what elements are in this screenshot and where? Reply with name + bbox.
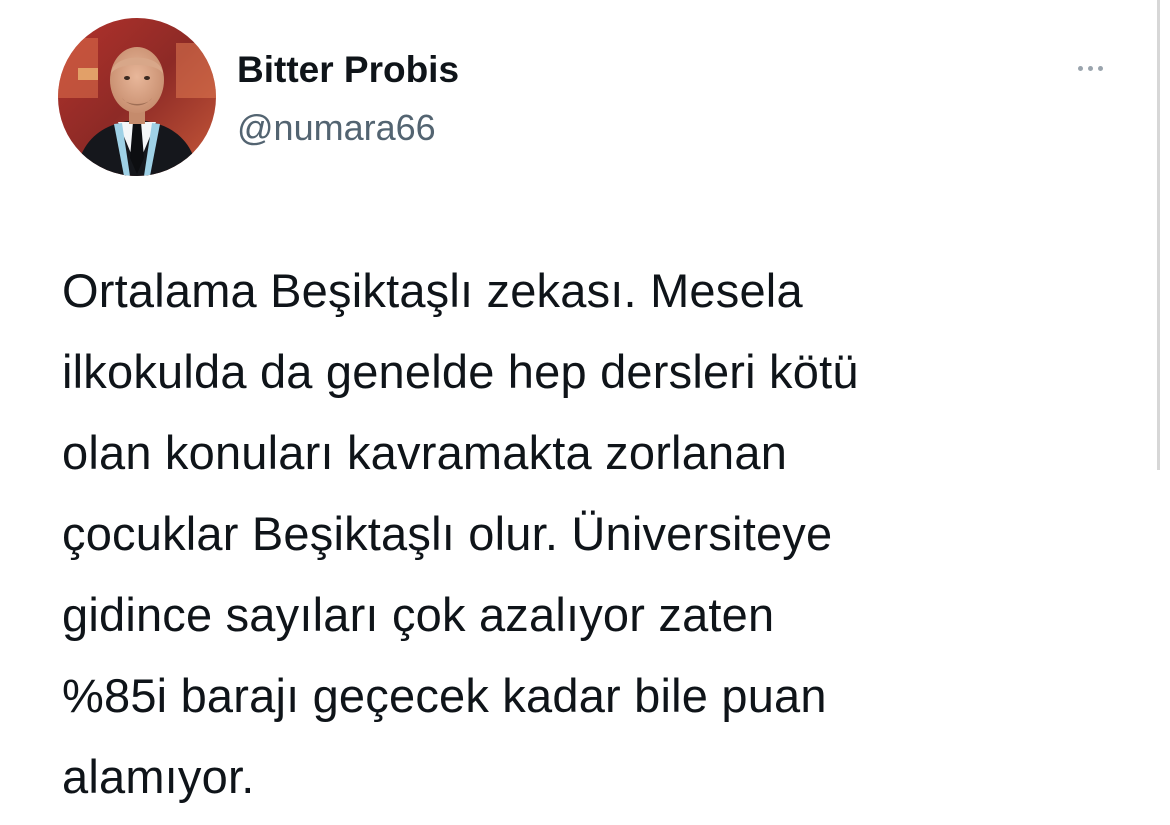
- tweet-text: Ortalama Beşiktaşlı zekası. Mesela ilkok…: [62, 250, 1142, 817]
- more-horizontal-icon-dot: [1097, 65, 1103, 71]
- tweet-text-line: olan konuları kavramakta zorlanan: [62, 426, 788, 479]
- author-avatar[interactable]: [58, 18, 216, 176]
- tweet-text-line: alamıyor.: [62, 750, 255, 803]
- more-horizontal-icon: [1077, 65, 1083, 71]
- tweet-text-line: %85i barajı geçecek kadar bile puan: [62, 669, 827, 722]
- tweet-card: Bitter Probis @numara66 Ortalama Beşikta…: [0, 0, 1170, 825]
- scrollbar-edge: [1157, 0, 1160, 470]
- author-handle[interactable]: @numara66: [237, 106, 436, 150]
- tweet-text-line: Ortalama Beşiktaşlı zekası. Mesela: [62, 264, 803, 317]
- tweet-text-line: çocuklar Beşiktaşlı olur. Üniversiteye: [62, 507, 833, 560]
- tweet-text-line: gidince sayıları çok azalıyor zaten: [62, 588, 775, 641]
- tweet-text-line: ilkokulda da genelde hep dersleri kötü: [62, 345, 859, 398]
- more-options-button[interactable]: [1066, 50, 1114, 86]
- profile-photo-icon: [58, 18, 216, 176]
- author-display-name[interactable]: Bitter Probis: [237, 48, 459, 92]
- more-horizontal-icon-dot: [1087, 65, 1093, 71]
